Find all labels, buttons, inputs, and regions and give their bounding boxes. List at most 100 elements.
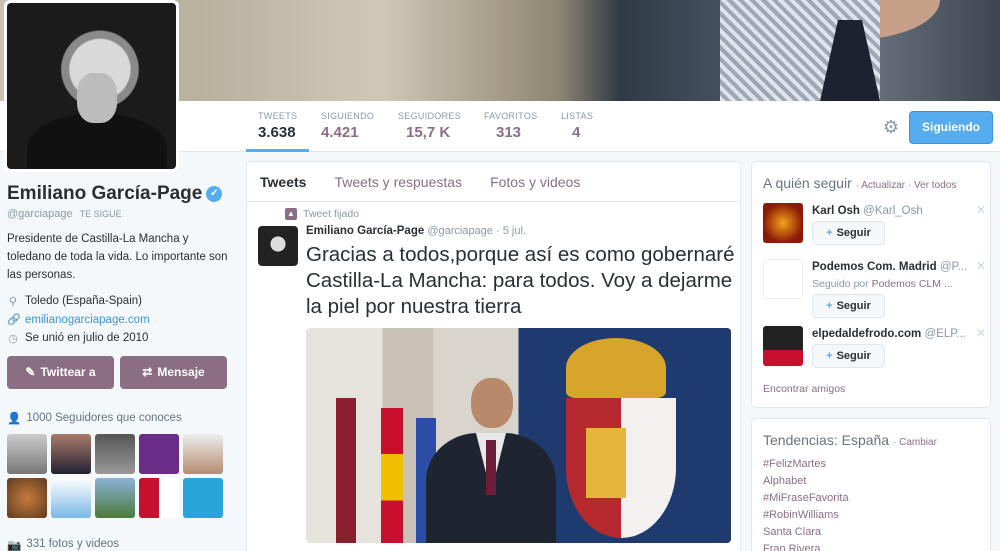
profile-location: Toledo (España-Spain) <box>25 295 142 308</box>
pinned-label: Tweet fijado <box>303 208 360 220</box>
tweet-author-name[interactable]: Emiliano García-Page <box>306 225 424 237</box>
media-count-link[interactable]: 331 fotos y videos <box>26 538 119 551</box>
profile-website-row: 🔗 emilianogarciapage.com <box>7 311 232 330</box>
follower-avatar[interactable] <box>183 477 223 518</box>
followed-by-prefix: Seguido por <box>812 278 869 290</box>
tweet-photo[interactable] <box>306 328 731 543</box>
suggestion-name[interactable]: Karl Ösh <box>812 205 860 217</box>
add-user-icon: + <box>826 300 833 312</box>
follow-label: Seguir <box>836 350 871 362</box>
follow-label: Seguir <box>836 300 871 312</box>
timeline: Tweets Tweets y respuestas Fotos y video… <box>246 161 741 551</box>
find-friends-link[interactable]: Encontrar amigos <box>763 383 845 395</box>
stat-followers[interactable]: SEGUIDORES 15,7 K <box>398 111 461 141</box>
tab-photos-videos[interactable]: Fotos y videos <box>490 174 580 190</box>
suggestion-avatar[interactable] <box>763 259 803 299</box>
who-to-follow-card: A quién seguir · Actualizar · Ver todos … <box>751 161 991 408</box>
tab-tweets-replies[interactable]: Tweets y respuestas <box>334 174 462 190</box>
dismiss-icon[interactable]: ✕ <box>976 259 986 273</box>
suggestion-name[interactable]: elpedaldefrodo.com <box>812 328 921 340</box>
profile-name-row: Emiliano García-Page ✓ <box>7 183 232 205</box>
stat-label: FAVORITOS <box>484 111 538 121</box>
profile-meta: ⚲ Toledo (España-Spain) 🔗 emilianogarciapa… <box>7 292 232 348</box>
photo-crown <box>566 338 666 398</box>
follower-avatar[interactable] <box>139 477 179 518</box>
stat-value: 4 <box>572 124 581 141</box>
suggestion-handle[interactable]: @P... <box>940 261 967 273</box>
suggestion-item: Podemos Com. Madrid @P... Seguido por Po… <box>763 259 986 318</box>
trend-item[interactable]: Alphabet <box>763 473 990 490</box>
tweet-to-label: Twittear a <box>40 365 96 379</box>
media-count-row[interactable]: 📷 331 fotos y videos <box>7 538 119 551</box>
avatar-image <box>7 3 176 169</box>
follower-avatar[interactable] <box>51 433 91 474</box>
message-button[interactable]: ⇄ Mensaje <box>120 355 227 389</box>
known-followers-grid <box>7 433 232 518</box>
follower-avatar[interactable] <box>51 477 91 518</box>
refresh-link[interactable]: Actualizar <box>861 180 905 191</box>
known-followers-row[interactable]: 👤 1000 Seguidores que conoces <box>7 411 232 425</box>
who-to-follow-title: A quién seguir <box>763 175 852 191</box>
trend-item[interactable]: Fran Rivera <box>763 541 990 551</box>
stat-label: LISTAS <box>561 111 594 121</box>
dismiss-icon[interactable]: ✕ <box>976 326 986 340</box>
follower-avatar[interactable] <box>183 433 223 474</box>
following-button[interactable]: Siguiendo <box>909 111 993 144</box>
gear-icon[interactable]: ⚙ <box>881 117 901 137</box>
tweet-date[interactable]: · 5 jul. <box>496 225 526 237</box>
location-pin-icon: ⚲ <box>8 295 18 308</box>
suggestion-avatar[interactable] <box>763 203 803 243</box>
follower-avatar[interactable] <box>95 433 135 474</box>
follower-avatar[interactable] <box>7 433 47 474</box>
verified-icon: ✓ <box>206 186 223 202</box>
trends-card: Tendencias: España · Cambiar #FelizMarte… <box>751 418 991 551</box>
follows-you-badge: TE SIGUE <box>79 209 122 219</box>
suggestion-avatar[interactable] <box>763 326 803 366</box>
message-label: Mensaje <box>157 365 205 379</box>
stat-tweets[interactable]: TWEETS 3.638 <box>245 111 310 152</box>
trend-item[interactable]: #RobinWilliams <box>763 507 990 524</box>
trends-title: Tendencias: España <box>763 432 890 448</box>
photo-castle <box>586 428 626 498</box>
tweet-author-avatar[interactable] <box>258 226 298 266</box>
stat-following[interactable]: SIGUIENDO 4.421 <box>321 111 374 141</box>
dismiss-icon[interactable]: ✕ <box>976 203 986 217</box>
timeline-tabs: Tweets Tweets y respuestas Fotos y video… <box>247 162 740 202</box>
known-followers-link[interactable]: 1000 Seguidores que conoces <box>26 412 181 424</box>
change-trends-link[interactable]: Cambiar <box>899 437 937 448</box>
profile-joined: Se unió en julio de 2010 <box>25 332 149 345</box>
suggestion-name-row: Karl Ösh @Karl_Osh <box>812 205 972 217</box>
add-user-icon: + <box>826 227 833 239</box>
followed-by-name[interactable]: Podemos CLM ... <box>872 278 953 290</box>
stat-value: 313 <box>496 124 522 141</box>
profile-handle[interactable]: @garciapage <box>7 208 73 220</box>
view-all-link[interactable]: Ver todos <box>914 180 956 191</box>
photo-flag <box>381 408 403 543</box>
tweet-to-button[interactable]: ✎ Twittear a <box>7 355 114 389</box>
tab-tweets[interactable]: Tweets <box>260 174 306 190</box>
profile-avatar[interactable] <box>4 0 179 172</box>
follow-button[interactable]: + Seguir <box>812 344 885 368</box>
stat-label: SIGUIENDO <box>321 111 375 121</box>
suggestion-handle[interactable]: @Karl_Osh <box>863 205 923 217</box>
follower-avatar[interactable] <box>95 477 135 518</box>
trend-item[interactable]: Santa Clara <box>763 524 990 541</box>
tweet-text: Gracias a todos,porque así es como gober… <box>306 243 735 318</box>
follow-button[interactable]: + Seguir <box>812 294 885 318</box>
trend-item[interactable]: #FelizMartes <box>763 456 990 473</box>
suggestion-handle[interactable]: @ELP... <box>924 328 966 340</box>
trend-item[interactable]: #MiFraseFavorita <box>763 490 990 507</box>
stat-lists[interactable]: LISTAS 4 <box>561 111 593 141</box>
tweet-header: Emiliano García-Page @garciapage · 5 jul… <box>306 225 526 237</box>
follower-avatar[interactable] <box>7 477 47 518</box>
add-user-icon: + <box>826 350 833 362</box>
suggestion-name[interactable]: Podemos Com. Madrid <box>812 261 937 273</box>
follow-button[interactable]: + Seguir <box>812 221 885 245</box>
profile-name[interactable]: Emiliano García-Page <box>7 183 202 205</box>
profile-handle-row: @garciapage TE SIGUE <box>7 208 232 220</box>
tweet-author-handle[interactable]: @garciapage <box>427 225 493 237</box>
profile-website-link[interactable]: emilianogarciapage.com <box>25 314 150 326</box>
profile-location-row: ⚲ Toledo (España-Spain) <box>7 292 232 311</box>
stat-favorites[interactable]: FAVORITOS 313 <box>484 111 537 141</box>
follower-avatar[interactable] <box>139 433 179 474</box>
